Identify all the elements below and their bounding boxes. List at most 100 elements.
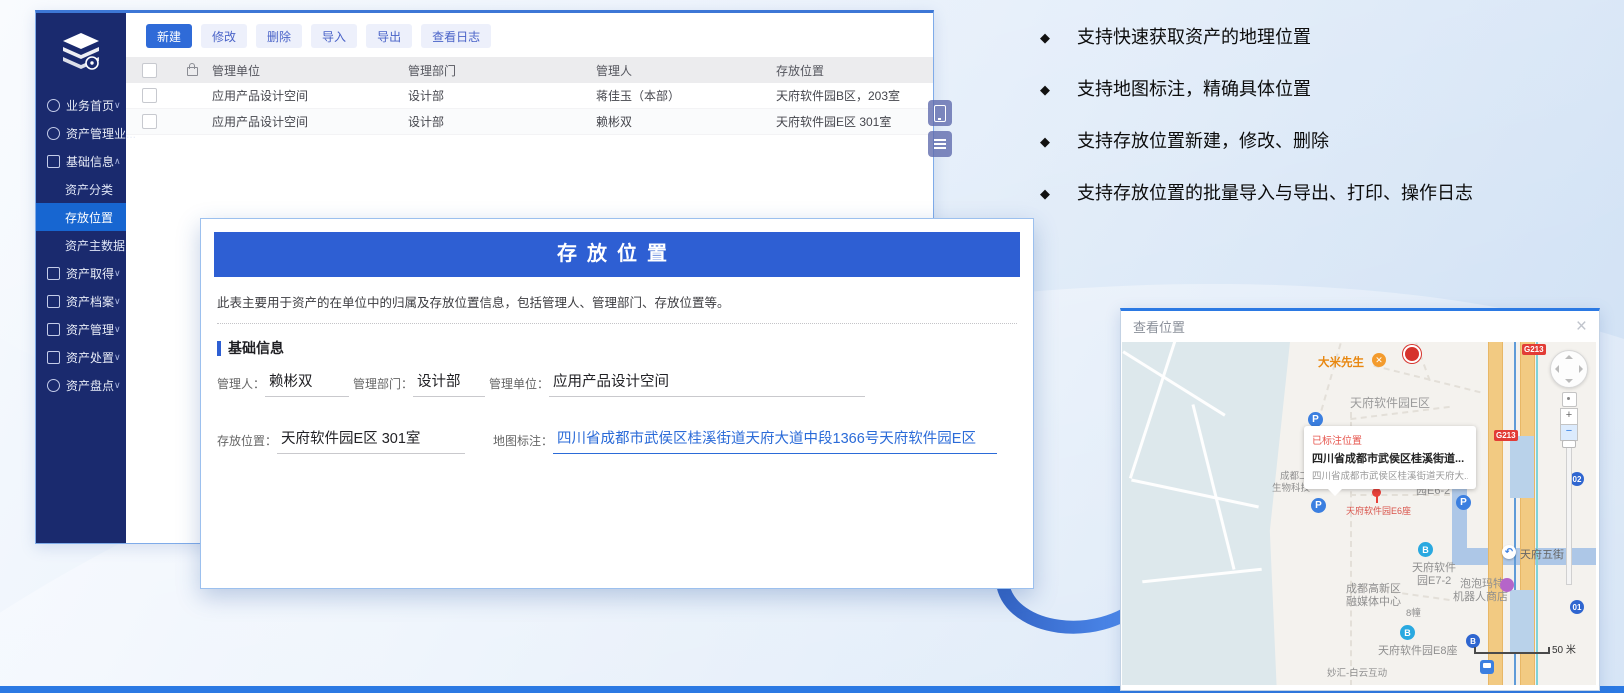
zoom-in-button[interactable]: + — [1560, 408, 1578, 425]
sidebar-item-label: 业务首页 — [66, 97, 114, 114]
sidebar-item-asset-category[interactable]: 资产分类 — [36, 175, 126, 203]
manager-value[interactable]: 赖彬双 — [265, 370, 349, 397]
map-dialog-header: 查看位置 × — [1121, 311, 1599, 342]
map-dialog-title: 查看位置 — [1133, 317, 1185, 336]
new-button[interactable]: 新建 — [146, 24, 192, 48]
lock-icon — [187, 67, 198, 76]
sidebar-item-asset-business[interactable]: 资产管理业... — [36, 119, 126, 147]
view-log-button[interactable]: 查看日志 — [421, 24, 491, 48]
chevron-up-icon: ∧ — [114, 156, 121, 167]
close-icon[interactable]: × — [1576, 317, 1587, 336]
map-label-e7: 园E7-2 — [1417, 572, 1451, 588]
field-unit: 管理单位： 应用产品设计空间 — [489, 370, 865, 397]
route-02-icon: 02 — [1570, 472, 1584, 486]
dept-value[interactable]: 设计部 — [413, 370, 485, 397]
cell-manager: 蒋佳玉（本部） — [596, 87, 776, 104]
zoom-slider-track[interactable] — [1566, 443, 1572, 585]
map-label-building8: 8幢 — [1406, 605, 1421, 619]
map-scale-label: 50 米 — [1552, 641, 1576, 656]
nav-sidebar: 业务首页 ∨ 资产管理业... 基础信息 ∧ 资产分类 存放位置 资产主数据 — [36, 13, 126, 543]
cell-unit: 应用产品设计空间 — [212, 87, 408, 104]
select-all-checkbox[interactable] — [142, 63, 157, 78]
parking-icon: P — [1311, 498, 1326, 513]
map-label-miaohui: 妙汇-白云互动 — [1327, 665, 1387, 679]
street-arrow-icon: ↶ — [1502, 545, 1516, 559]
field-dept: 管理部门： 设计部 — [353, 370, 485, 397]
list-view-button[interactable] — [928, 131, 952, 157]
col-header-location: 存放位置 — [776, 62, 933, 79]
table-row[interactable]: 应用产品设计空间 设计部 赖彬双 天府软件园E区 301室 — [126, 109, 933, 135]
sidebar-item-base-info[interactable]: 基础信息 ∧ — [36, 147, 126, 175]
map-orange-road — [1488, 342, 1503, 685]
feature-item: ◆ 支持存放位置新建，修改、删除 — [1040, 128, 1610, 155]
cell-unit: 应用产品设计空间 — [212, 113, 408, 130]
chevron-down-icon: ∨ — [114, 296, 121, 307]
sidebar-item-asset-master-data[interactable]: 资产主数据 — [36, 231, 126, 259]
chevron-down-icon: ∨ — [114, 324, 121, 335]
sidebar-item-asset-acquire[interactable]: 资产取得 ∨ — [36, 259, 126, 287]
view-location-dialog: 查看位置 × — [1120, 308, 1600, 691]
field-label: 地图标注： — [493, 432, 553, 454]
parking-icon: P — [1456, 495, 1471, 510]
restaurant-brand-icon — [1403, 345, 1421, 363]
map-canvas[interactable]: G213 G213 大米先生 ✕ 天府软件园E区 P 成都二- 生物科技 园E6… — [1122, 342, 1596, 685]
table-row[interactable]: 应用产品设计空间 设计部 蒋佳玉（本部） 天府软件园B区，203室 — [126, 83, 933, 109]
map-locate-button[interactable] — [1562, 392, 1577, 407]
map-annotation-link[interactable]: 四川省成都市武侯区桂溪街道天府大道中段1366号天府软件园E区 — [553, 427, 997, 454]
asset-dispose-icon — [47, 351, 60, 364]
map-scale-bar — [1474, 647, 1550, 654]
feature-text: 支持地图标注，精确具体位置 — [1077, 76, 1311, 103]
map-pan-control[interactable] — [1550, 350, 1588, 388]
layers-logo-icon — [58, 32, 104, 72]
sidebar-subitem-label: 资产主数据 — [65, 237, 125, 254]
mobile-icon — [934, 105, 946, 122]
sidebar-subitem-label: 资产分类 — [65, 181, 113, 198]
infowindow-tag: 已标注位置 — [1312, 432, 1468, 447]
mobile-view-button[interactable] — [928, 100, 952, 126]
zoom-slider-handle[interactable] — [1562, 440, 1576, 448]
popmart-store-icon — [1500, 578, 1514, 592]
feature-text: 支持存放位置新建，修改、删除 — [1077, 128, 1329, 155]
unit-value[interactable]: 应用产品设计空间 — [549, 370, 865, 397]
import-button[interactable]: 导入 — [311, 24, 357, 48]
sidebar-subitem-label: 存放位置 — [65, 209, 113, 226]
map-metro-platform — [1510, 436, 1534, 498]
map-label-media-center: 融媒体中心 — [1346, 593, 1401, 609]
location-pin-icon — [1372, 488, 1381, 497]
map-rail-line — [1536, 342, 1538, 685]
field-manager: 管理人： 赖彬双 — [217, 370, 349, 397]
diamond-bullet-icon: ◆ — [1040, 128, 1050, 155]
map-label-restaurant: 大米先生 — [1318, 354, 1364, 370]
sidebar-item-asset-manage[interactable]: 资产管理 ∨ — [36, 315, 126, 343]
feature-item: ◆ 支持存放位置的批量导入与导出、打印、操作日志 — [1040, 180, 1610, 207]
map-label-park-e: 天府软件园E区 — [1350, 394, 1430, 411]
slide-canvas: 业务首页 ∨ 资产管理业... 基础信息 ∧ 资产分类 存放位置 资产主数据 — [0, 0, 1624, 693]
sidebar-item-label: 资产处置 — [66, 349, 114, 366]
sidebar-item-label: 基础信息 — [66, 153, 114, 170]
infowindow-subtitle: 四川省成都市武侯区桂溪街道天府大... — [1312, 468, 1468, 482]
metro-icon — [1480, 660, 1494, 674]
sidebar-item-storage-location[interactable]: 存放位置 — [36, 203, 126, 231]
map-water-area — [1122, 342, 1290, 685]
asset-business-icon — [47, 127, 60, 140]
row-checkbox[interactable] — [142, 114, 157, 129]
cell-location: 天府软件园B区，203室 — [776, 87, 933, 104]
field-label: 管理人： — [217, 375, 265, 397]
edit-button[interactable]: 修改 — [201, 24, 247, 48]
field-location: 存放位置： 天府软件园E区 301室 — [217, 427, 465, 454]
feature-item: ◆ 支持快速获取资产的地理位置 — [1040, 24, 1610, 51]
sidebar-item-asset-inventory[interactable]: 资产盘点 ∨ — [36, 371, 126, 399]
zoom-out-button[interactable]: − — [1560, 424, 1578, 441]
sidebar-item-label: 资产取得 — [66, 265, 114, 282]
diamond-bullet-icon: ◆ — [1040, 24, 1050, 51]
storage-location-detail-modal: 存放位置 此表主要用于资产的在单位中的归属及存放位置信息，包括管理人、管理部门、… — [200, 218, 1034, 589]
feature-item: ◆ 支持地图标注，精确具体位置 — [1040, 76, 1610, 103]
diamond-bullet-icon: ◆ — [1040, 180, 1050, 207]
sidebar-item-asset-dispose[interactable]: 资产处置 ∨ — [36, 343, 126, 371]
sidebar-item-business-home[interactable]: 业务首页 ∨ — [36, 91, 126, 119]
export-button[interactable]: 导出 — [366, 24, 412, 48]
sidebar-item-asset-archive[interactable]: 资产档案 ∨ — [36, 287, 126, 315]
location-value[interactable]: 天府软件园E区 301室 — [277, 427, 465, 454]
row-checkbox[interactable] — [142, 88, 157, 103]
delete-button[interactable]: 删除 — [256, 24, 302, 48]
